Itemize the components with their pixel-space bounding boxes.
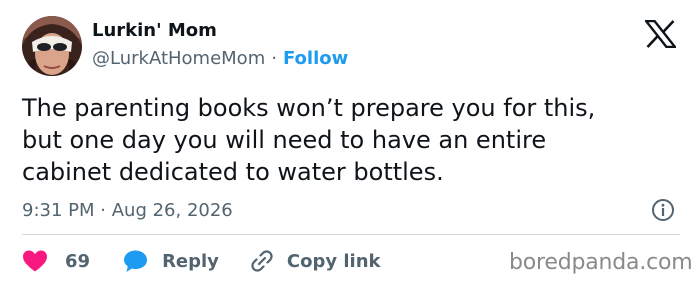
- watermark: boredpanda.com: [509, 250, 693, 275]
- avatar[interactable]: [22, 16, 82, 76]
- follow-button[interactable]: Follow: [283, 48, 348, 69]
- link-icon: [251, 250, 273, 272]
- info-icon[interactable]: [651, 198, 675, 222]
- tweet-time: 9:31 PM: [22, 200, 95, 221]
- divider: [22, 234, 680, 235]
- action-bar: 69 Reply Copy link: [22, 248, 381, 274]
- tweet-date: Aug 26, 2026: [111, 200, 233, 221]
- reply-label: Reply: [162, 250, 219, 272]
- tweet-text-line: The parenting books won’t prepare you fo…: [22, 94, 596, 122]
- author-name[interactable]: Lurkin' Mom: [92, 20, 217, 41]
- heart-icon: [23, 250, 47, 272]
- tweet-text: The parenting books won’t prepare you fo…: [22, 92, 682, 188]
- timestamp-separator: ·: [100, 200, 106, 221]
- tweet-text-line: but one day you will need to have an ent…: [22, 126, 547, 154]
- x-logo-icon[interactable]: [645, 20, 676, 48]
- reply-button[interactable]: Reply: [123, 249, 219, 273]
- copy-link-button[interactable]: Copy link: [250, 249, 381, 273]
- like-button[interactable]: 69: [22, 249, 90, 273]
- author-handle[interactable]: @LurkAtHomeMom: [92, 48, 265, 69]
- reply-bubble-icon: [124, 250, 148, 272]
- author-handle-row: @LurkAtHomeMom · Follow: [92, 48, 348, 69]
- tweet-timestamp[interactable]: 9:31 PM · Aug 26, 2026: [22, 200, 233, 221]
- like-count: 69: [65, 250, 91, 272]
- tweet-text-line: cabinet dedicated to water bottles.: [22, 158, 444, 186]
- handle-separator: ·: [271, 48, 277, 69]
- copy-link-label: Copy link: [286, 250, 381, 272]
- avatar-image: [22, 16, 82, 76]
